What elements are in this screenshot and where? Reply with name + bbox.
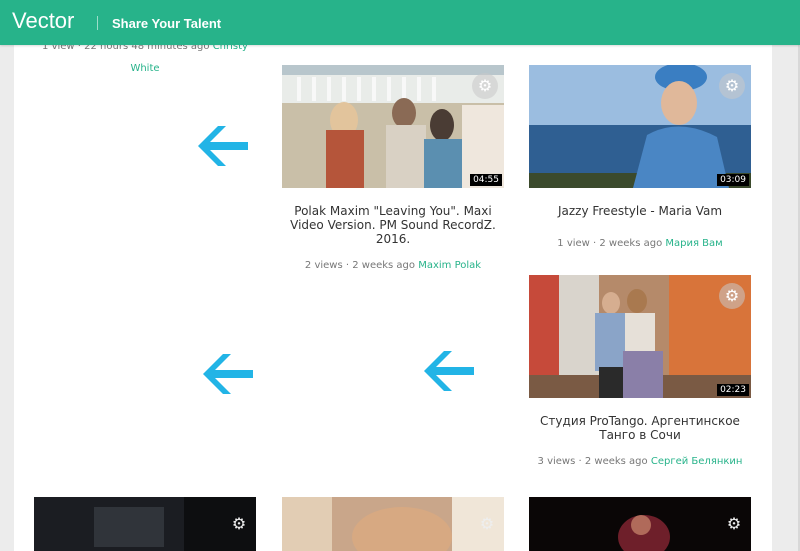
- video-stats: 1 view · 2 weeks ago: [557, 238, 663, 249]
- arrow-left-icon: [203, 354, 253, 394]
- video-title[interactable]: Polak Maxim "Leaving You". Maxi Video Ve…: [282, 204, 504, 246]
- gear-icon[interactable]: ⚙: [719, 73, 745, 99]
- gear-icon[interactable]: ⚙: [719, 283, 745, 309]
- brand-logo[interactable]: Vector: [12, 8, 74, 34]
- arrow-left-icon: [198, 126, 248, 166]
- video-duration: 04:55: [470, 174, 502, 186]
- video-thumbnail[interactable]: ⚙ 04:55: [282, 65, 504, 188]
- video-card[interactable]: ⚙ 03:09 Jazzy Freestyle - Maria Vam 1 vi…: [529, 65, 751, 249]
- video-meta: 1 view · 2 weeks ago Мария Вам: [529, 238, 751, 249]
- video-author-link[interactable]: Maxim Polak: [418, 260, 481, 271]
- video-stats: 3 views · 2 weeks ago: [537, 456, 648, 467]
- site-tagline: Share Your Talent: [112, 16, 222, 31]
- arrow-left-icon: [424, 351, 474, 391]
- video-thumbnail[interactable]: ⚙ 03:09: [529, 65, 751, 188]
- gear-icon[interactable]: ⚙: [472, 73, 498, 99]
- video-card[interactable]: ⚙ 04:55 Polak Maxim "Leaving You". Maxi …: [282, 65, 504, 271]
- video-title[interactable]: Jazzy Freestyle - Maria Vam: [529, 204, 751, 218]
- video-duration: 02:23: [717, 384, 749, 396]
- video-card[interactable]: ⚙ 02:23 Студия ProTango. Аргентинское Та…: [529, 275, 751, 467]
- video-author-link-cont[interactable]: White: [130, 63, 159, 74]
- video-thumbnail[interactable]: ⚙: [529, 497, 751, 551]
- gear-icon[interactable]: ⚙: [474, 511, 500, 537]
- video-thumbnail[interactable]: ⚙: [34, 497, 256, 551]
- video-thumbnail[interactable]: ⚙: [282, 497, 504, 551]
- video-stats: 2 views · 2 weeks ago: [304, 260, 416, 271]
- video-author-link[interactable]: Сергей Белянкин: [651, 456, 743, 467]
- video-title[interactable]: Студия ProTango. Аргентинское Танго в Со…: [529, 414, 751, 442]
- header-separator: [97, 16, 98, 30]
- video-meta: 3 views · 2 weeks ago Сергей Белянкин: [529, 456, 751, 467]
- gear-icon[interactable]: ⚙: [721, 511, 747, 537]
- video-duration: 03:09: [717, 174, 749, 186]
- gear-icon[interactable]: ⚙: [226, 511, 252, 537]
- video-author-link[interactable]: Мария Вам: [665, 238, 722, 249]
- top-navbar: Vector Share Your Talent: [0, 0, 800, 45]
- video-meta: 2 views · 2 weeks ago Maxim Polak: [282, 260, 504, 271]
- video-thumbnail[interactable]: ⚙ 02:23: [529, 275, 751, 398]
